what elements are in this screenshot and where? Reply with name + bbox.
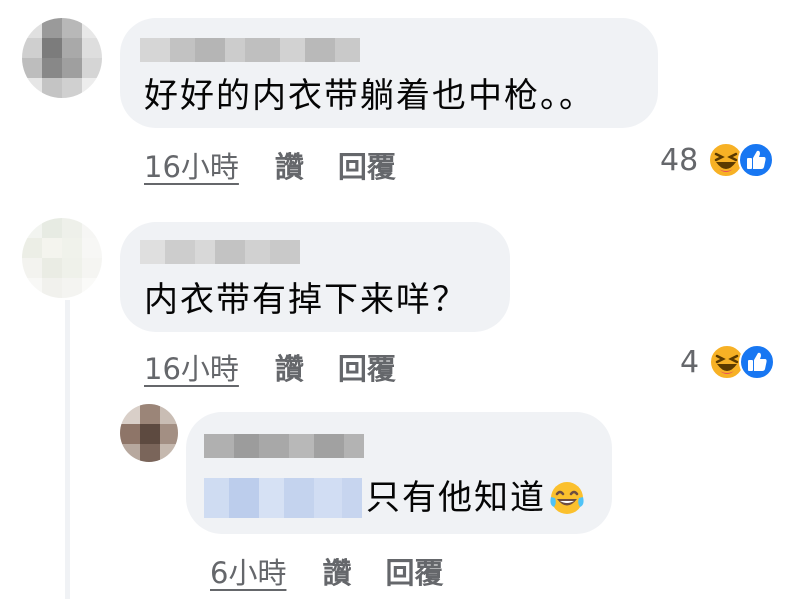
avatar[interactable]	[22, 218, 102, 298]
comment-bubble: 只有他知道	[186, 412, 612, 534]
timestamp-link[interactable]: 16小時	[144, 144, 239, 186]
comment-actions: 16小時 讚 回覆	[144, 144, 396, 186]
comment-text: 内衣带有掉下来咩？	[144, 280, 468, 320]
like-reaction-icon	[738, 142, 775, 178]
tears-of-joy-emoji-icon	[548, 479, 586, 517]
comment-text-content: 只有他知道	[366, 478, 546, 518]
thread-line	[65, 300, 70, 599]
reply-button[interactable]: 回覆	[338, 346, 396, 388]
commenter-name-blurred[interactable]	[204, 434, 364, 458]
comments-thread: 好好的内衣带躺着也中枪。。 16小時 讚 回覆 48 内衣带有掉下来咩？ 16小…	[0, 0, 800, 599]
timestamp-link[interactable]: 6小時	[210, 550, 286, 592]
comment-actions: 6小時 讚 回覆	[210, 550, 443, 592]
reaction-count: 48	[660, 142, 699, 178]
like-button[interactable]: 讚	[322, 550, 351, 592]
like-reaction-icon	[739, 344, 776, 380]
reply-button[interactable]: 回覆	[338, 144, 396, 186]
like-button[interactable]: 讚	[275, 144, 304, 186]
comment-text: 好好的内衣带躺着也中枪。。	[144, 76, 595, 116]
avatar[interactable]	[22, 18, 102, 98]
comment-bubble: 内衣带有掉下来咩？	[120, 222, 510, 332]
comment-actions: 16小時 讚 回覆	[144, 346, 396, 388]
avatar[interactable]	[120, 404, 178, 462]
timestamp-link[interactable]: 16小時	[144, 346, 239, 388]
reaction-summary[interactable]: 48	[660, 142, 775, 178]
reply-button[interactable]: 回覆	[385, 550, 443, 592]
comment-text: 只有他知道	[366, 478, 586, 518]
comment-bubble: 好好的内衣带躺着也中枪。。	[120, 18, 658, 128]
like-button[interactable]: 讚	[275, 346, 304, 388]
commenter-name-blurred[interactable]	[140, 38, 360, 62]
reaction-summary[interactable]: 4	[680, 344, 776, 380]
mention-tag-blurred[interactable]	[204, 478, 362, 518]
reaction-count: 4	[680, 344, 700, 380]
commenter-name-blurred[interactable]	[140, 240, 300, 264]
